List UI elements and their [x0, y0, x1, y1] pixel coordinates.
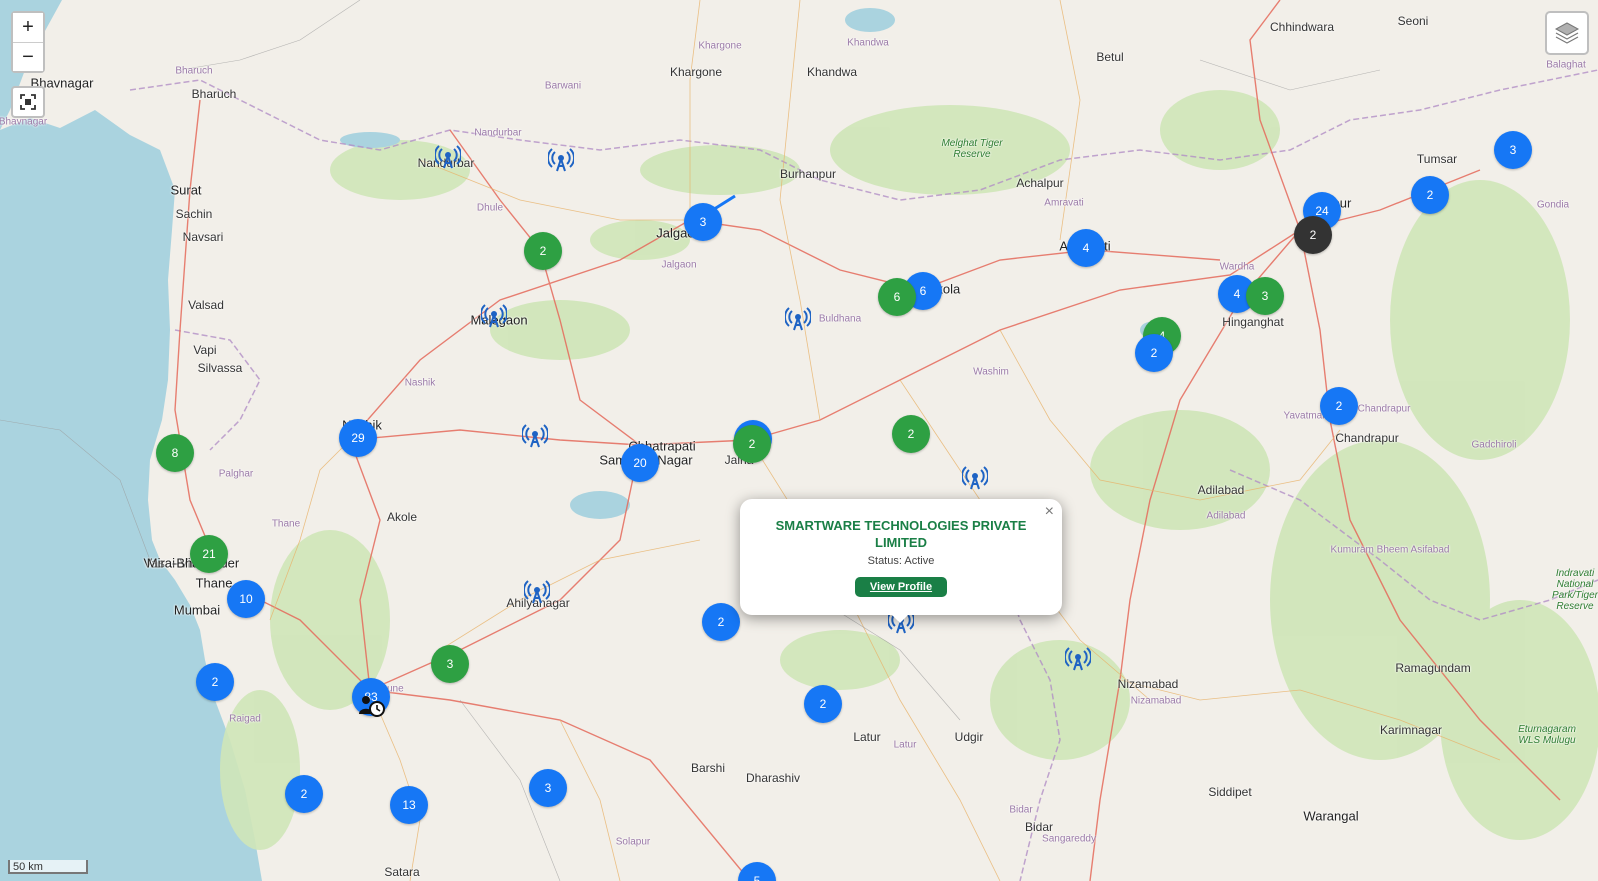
- layers-icon: [1554, 22, 1580, 44]
- cluster-marker[interactable]: 6: [878, 278, 916, 316]
- map-canvas[interactable]: Bhavnagar Bharuch Bharuch Bhavnagar Surat Sac…: [0, 0, 1598, 881]
- zoom-in-button[interactable]: +: [13, 13, 43, 42]
- cluster-marker[interactable]: 2: [804, 685, 842, 723]
- cluster-marker[interactable]: 2: [1294, 216, 1332, 254]
- cluster-marker[interactable]: 3: [431, 645, 469, 683]
- popup-status: Status: Active: [867, 555, 935, 567]
- cluster-marker[interactable]: 13: [390, 786, 428, 824]
- cluster-marker[interactable]: 2: [196, 663, 234, 701]
- cluster-marker[interactable]: 2: [702, 603, 740, 641]
- fullscreen-button[interactable]: [11, 86, 45, 118]
- cluster-marker[interactable]: 3: [529, 769, 567, 807]
- zoom-out-button[interactable]: −: [13, 42, 43, 71]
- radio-tower-icon[interactable]: [520, 423, 550, 449]
- map-base-layer: [0, 0, 1598, 881]
- scale-bar: 50 km: [8, 860, 88, 874]
- radio-tower-icon[interactable]: [546, 147, 576, 173]
- cluster-marker[interactable]: 3: [684, 203, 722, 241]
- radio-tower-icon[interactable]: [433, 144, 463, 170]
- popup-tip: [890, 613, 910, 623]
- user-clock-icon[interactable]: [357, 694, 387, 718]
- cluster-marker[interactable]: 10: [227, 580, 265, 618]
- popup-company-name: SMARTWARE TECHNOLOGIES PRIVATE LIMITED: [775, 518, 1027, 550]
- cluster-marker[interactable]: 2: [892, 415, 930, 453]
- cluster-marker[interactable]: 21: [190, 535, 228, 573]
- radio-tower-icon[interactable]: [783, 306, 813, 332]
- cluster-marker[interactable]: 3: [1494, 131, 1532, 169]
- cluster-marker[interactable]: 2: [524, 232, 562, 270]
- zoom-control: + −: [11, 11, 45, 73]
- cluster-marker[interactable]: 29: [339, 419, 377, 457]
- layers-button[interactable]: [1545, 11, 1589, 55]
- cluster-marker[interactable]: 2: [1135, 334, 1173, 372]
- radio-tower-icon[interactable]: [1063, 646, 1093, 672]
- cluster-marker[interactable]: 2: [285, 775, 323, 813]
- cluster-marker[interactable]: 20: [621, 444, 659, 482]
- cluster-marker[interactable]: 2: [733, 425, 771, 463]
- view-profile-button[interactable]: View Profile: [854, 577, 948, 597]
- cluster-marker[interactable]: 8: [156, 434, 194, 472]
- cluster-marker[interactable]: 2: [1320, 387, 1358, 425]
- popup-close-button[interactable]: ×: [1045, 503, 1054, 521]
- cluster-marker[interactable]: 4: [1067, 229, 1105, 267]
- radio-tower-icon[interactable]: [479, 303, 509, 329]
- fullscreen-icon: [20, 94, 36, 110]
- cluster-marker[interactable]: 2: [1411, 176, 1449, 214]
- company-popup: × SMARTWARE TECHNOLOGIES PRIVATE LIMITED…: [740, 499, 1062, 615]
- radio-tower-icon[interactable]: [960, 465, 990, 491]
- cluster-marker[interactable]: 3: [1246, 277, 1284, 315]
- radio-tower-icon[interactable]: [522, 579, 552, 605]
